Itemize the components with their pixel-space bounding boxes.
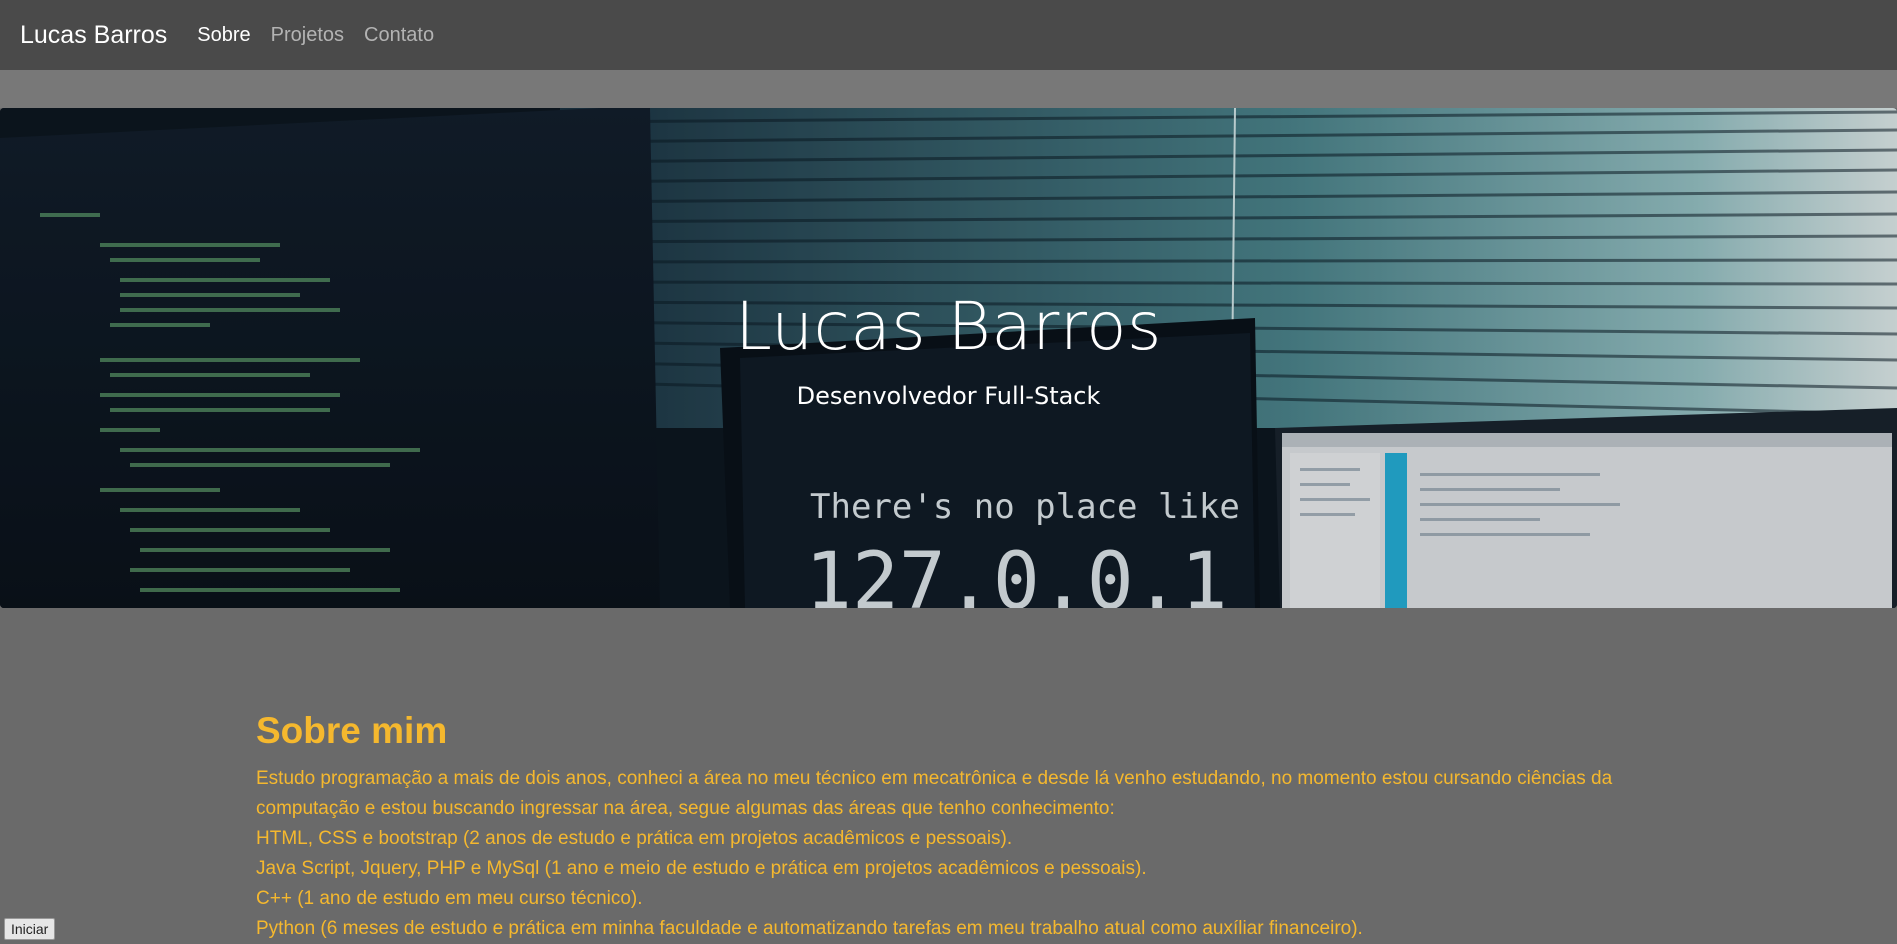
nav-link-contato[interactable]: Contato (364, 24, 434, 47)
skill-item: HTML, CSS e bootstrap (2 anos de estudo … (256, 828, 1013, 849)
about-heading: Sobre mim (256, 710, 448, 751)
brand-link[interactable]: Lucas Barros (20, 21, 167, 50)
navbar-spacer (0, 70, 1897, 108)
nav-link-projetos[interactable]: Projetos (271, 24, 344, 47)
nav-link-sobre[interactable]: Sobre (197, 24, 250, 47)
skill-item: Python (6 meses de estudo e prática em m… (256, 918, 1363, 939)
hero-subtitle: Desenvolvedor Full-Stack (796, 382, 1101, 410)
skill-item: Java Script, Jquery, PHP e MySql (1 ano … (256, 858, 1147, 879)
navbar: Lucas Barros Sobre Projetos Contato (0, 0, 1897, 70)
start-button[interactable]: Iniciar (4, 918, 56, 940)
about-intro: Estudo programação a mais de dois anos, … (256, 768, 1613, 819)
skill-item: C++ (1 ano de estudo em meu curso técnic… (256, 888, 643, 909)
hero-banner: There's no place like 127.0.0.1 Lucas Ba… (0, 108, 1897, 608)
about-section: Sobre mim Estudo programação a mais de d… (256, 710, 1656, 944)
hero-title: Lucas Barros (735, 288, 1162, 365)
